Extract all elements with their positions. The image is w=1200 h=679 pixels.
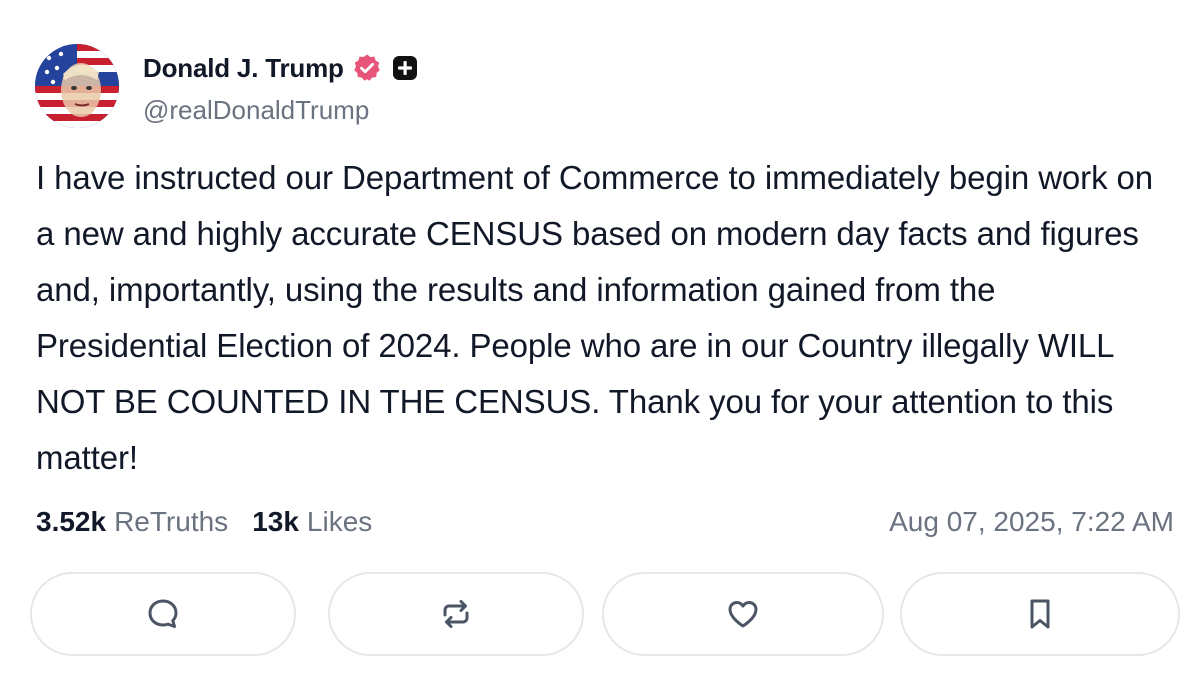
truth-post-card: Donald J. Trump @realDonaldTrump I have …: [0, 0, 1200, 679]
verified-badge-icon: [352, 53, 382, 83]
author-handle[interactable]: @realDonaldTrump: [143, 95, 369, 126]
like-button[interactable]: [602, 572, 884, 656]
retruths-count: 3.52k: [36, 506, 107, 537]
truth-plus-badge-icon: [390, 53, 420, 83]
reply-button[interactable]: [30, 572, 296, 656]
reply-bubble-icon: [148, 599, 178, 628]
post-text: I have instructed our Department of Comm…: [36, 159, 1154, 476]
action-bar: [30, 572, 1180, 658]
avatar[interactable]: [35, 44, 119, 128]
likes-label: Likes: [306, 506, 373, 537]
bookmark-button[interactable]: [900, 572, 1180, 656]
retruth-arrows-icon: [443, 600, 469, 628]
flag-portrait-avatar-icon: [35, 44, 119, 128]
heart-icon: [728, 601, 758, 628]
likes-stat[interactable]: 13k Likes: [252, 506, 372, 538]
post-stats: 3.52k ReTruths 13k Likes: [36, 500, 372, 544]
display-name[interactable]: Donald J. Trump: [143, 53, 344, 84]
retruths-stat[interactable]: 3.52k ReTruths: [36, 506, 228, 538]
likes-count: 13k: [252, 506, 299, 537]
retruths-label: ReTruths: [114, 506, 229, 537]
retruth-button[interactable]: [328, 572, 584, 656]
author-name-row: Donald J. Trump: [143, 50, 420, 86]
post-timestamp[interactable]: Aug 07, 2025, 7:22 AM: [889, 500, 1174, 544]
bookmark-icon: [1030, 599, 1050, 629]
